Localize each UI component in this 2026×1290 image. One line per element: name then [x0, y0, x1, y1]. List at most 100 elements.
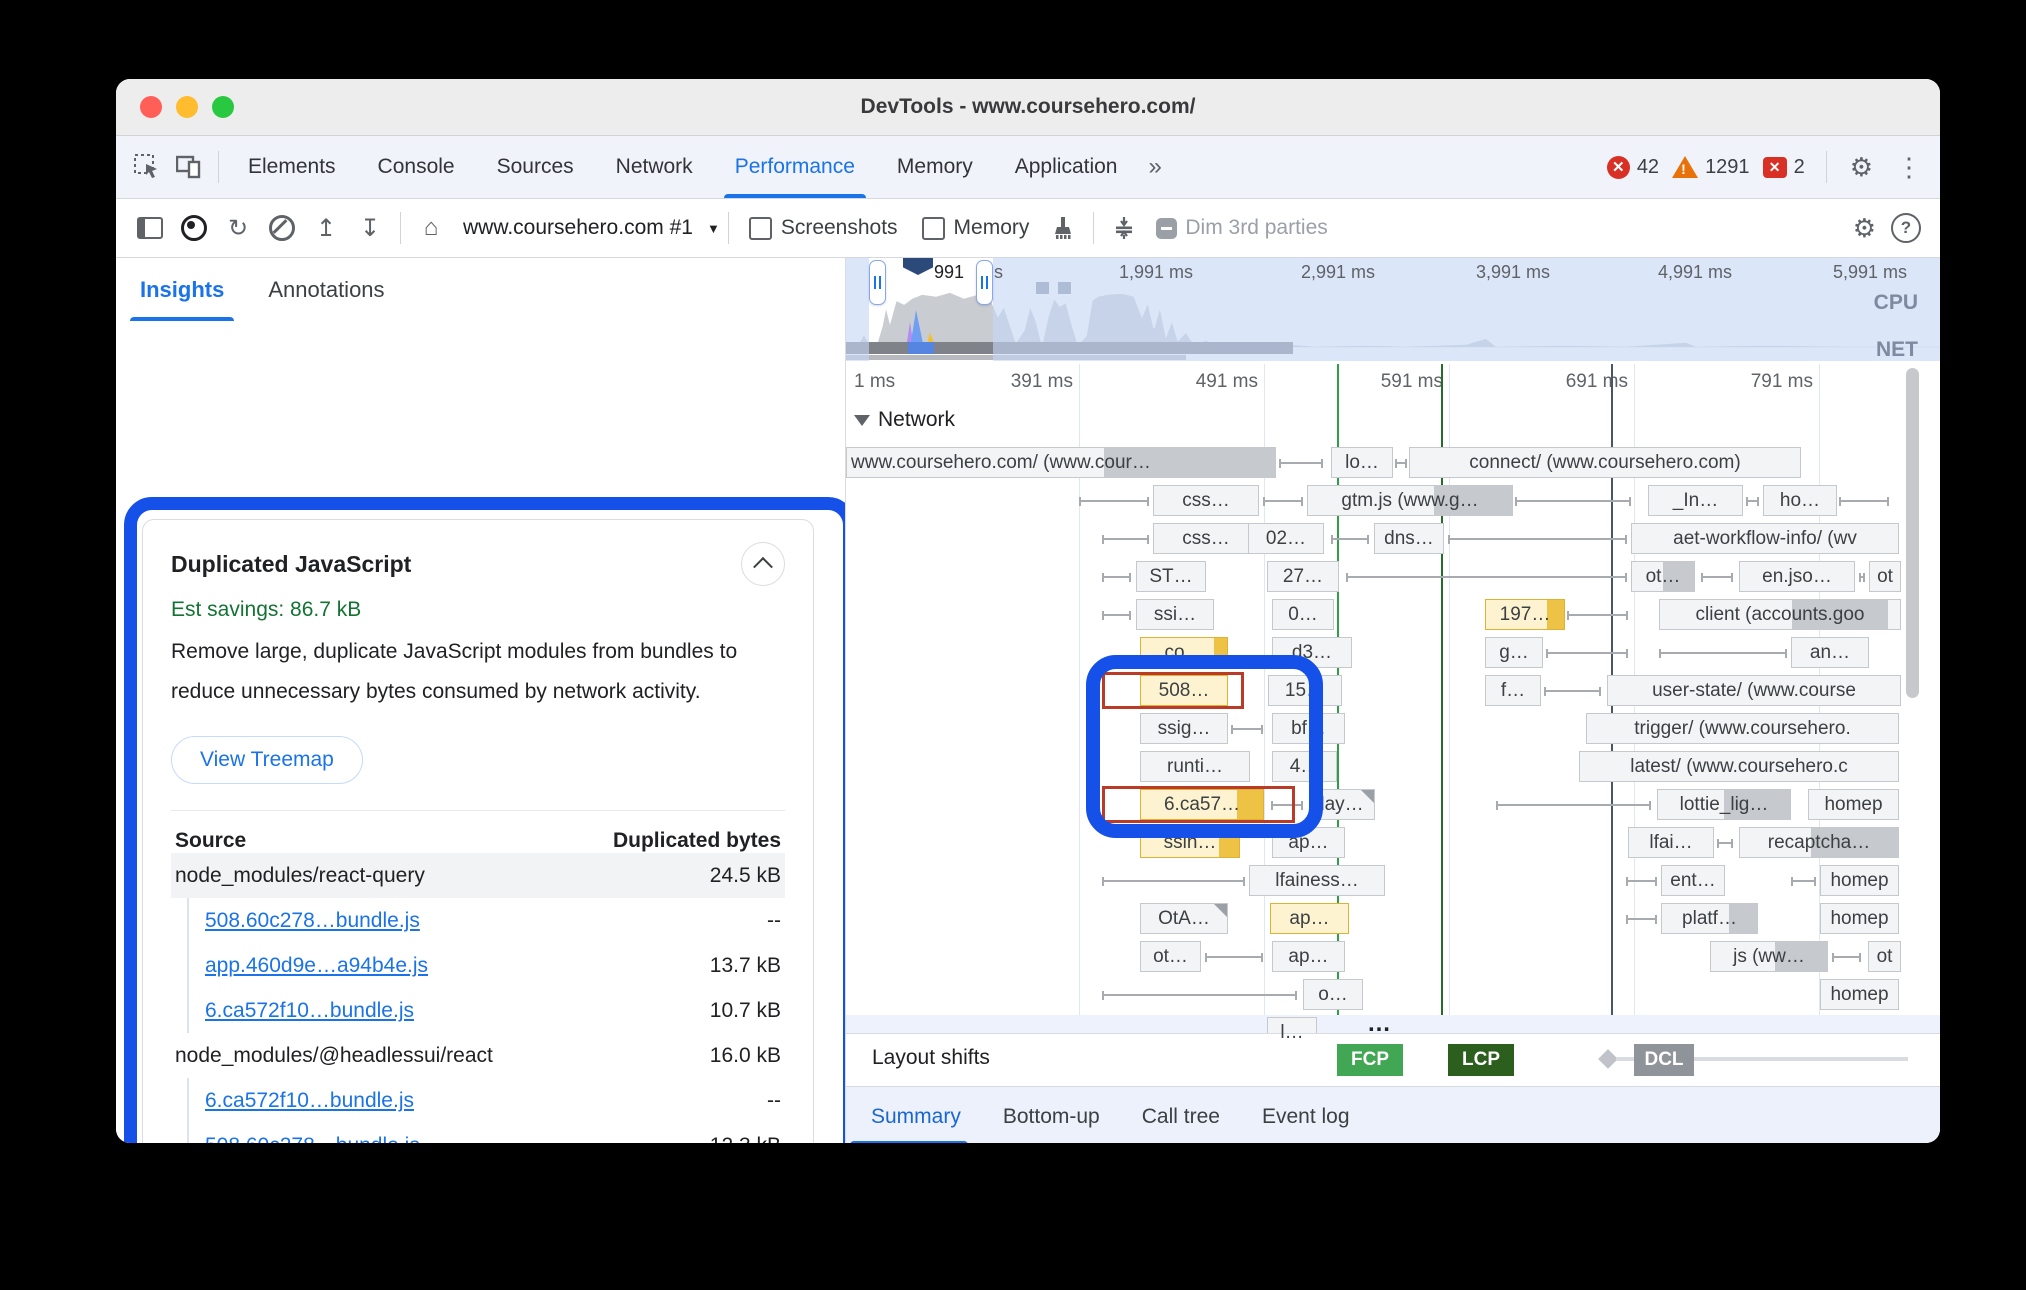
script-link[interactable]: app.460d9e…a94b4e.js: [205, 954, 428, 978]
network-request-box[interactable]: an…: [1791, 637, 1869, 668]
network-request-box[interactable]: latest/ (www.coursehero.c: [1579, 751, 1899, 782]
warning-icon[interactable]: [1672, 156, 1698, 178]
tab-call-tree[interactable]: Call tree: [1121, 1087, 1241, 1143]
network-request-box[interactable]: platf…: [1661, 903, 1758, 934]
network-request-box[interactable]: homep: [1820, 865, 1899, 896]
network-request-box[interactable]: css…: [1153, 523, 1259, 554]
settings-gear-icon[interactable]: ⚙: [1842, 152, 1881, 183]
network-request-box[interactable]: o…: [1303, 979, 1363, 1010]
upload-profile-icon[interactable]: ↥: [309, 211, 343, 245]
network-request-box[interactable]: homep: [1808, 789, 1899, 820]
network-request-box[interactable]: 197…: [1485, 599, 1565, 630]
overflow-ellipsis[interactable]: …: [1367, 1010, 1391, 1038]
view-treemap-button[interactable]: View Treemap: [171, 736, 363, 784]
help-icon[interactable]: ?: [1889, 211, 1923, 245]
error-count[interactable]: 42: [1637, 156, 1659, 179]
issues-count[interactable]: 2: [1794, 156, 1805, 179]
network-request-box[interactable]: OtA…: [1140, 903, 1228, 934]
network-request-box[interactable]: ot: [1869, 561, 1901, 592]
network-request-box[interactable]: js (ww…: [1710, 941, 1828, 972]
collapse-button[interactable]: [741, 542, 785, 586]
network-request-box[interactable]: css…: [1153, 485, 1259, 516]
inspect-icon[interactable]: [130, 150, 164, 184]
fcp-badge[interactable]: FCP: [1337, 1044, 1403, 1076]
network-request-box[interactable]: dns…: [1374, 523, 1444, 554]
network-request-box[interactable]: aet-workflow-info/ (wv: [1631, 523, 1899, 554]
network-request-box[interactable]: recaptcha…: [1739, 827, 1899, 858]
download-profile-icon[interactable]: ↧: [353, 211, 387, 245]
network-request-box[interactable]: client (accounts.goo: [1659, 599, 1901, 630]
network-request-box[interactable]: lfai…: [1628, 827, 1714, 858]
network-conditions-icon[interactable]: [1107, 211, 1141, 245]
network-request-box[interactable]: user-state/ (www.course: [1607, 675, 1901, 706]
network-request-box[interactable]: lfainess…: [1249, 865, 1385, 896]
device-toolbar-icon[interactable]: [172, 150, 206, 184]
network-track-header[interactable]: Network: [854, 408, 955, 432]
network-request-box[interactable]: connect/ (www.coursehero.com): [1409, 447, 1801, 478]
network-request-box[interactable]: ap…: [1270, 903, 1349, 934]
network-request-box[interactable]: www.coursehero.com/ (www.cour…: [846, 447, 1276, 478]
lcp-badge[interactable]: LCP: [1448, 1044, 1514, 1076]
tab-sources[interactable]: Sources: [476, 136, 595, 198]
home-icon[interactable]: ⌂: [414, 211, 448, 245]
history-select[interactable]: www.coursehero.com #1: [463, 216, 693, 240]
network-request-box[interactable]: gtm.js (www.g…: [1307, 485, 1513, 516]
tab-summary[interactable]: Summary: [850, 1087, 982, 1143]
tab-annotations[interactable]: Annotations: [268, 258, 384, 321]
script-link[interactable]: 6.ca572f10…bundle.js: [205, 999, 414, 1023]
network-request-box[interactable]: ST…: [1136, 561, 1206, 592]
capture-settings-gear-icon[interactable]: ⚙: [1845, 213, 1884, 244]
tab-console[interactable]: Console: [357, 136, 476, 198]
network-request-box[interactable]: en.jso…: [1739, 561, 1855, 592]
timeline-overview[interactable]: 1,991 ms2,991 ms3,991 ms4,991 ms5,991 ms…: [846, 258, 1940, 361]
tab-bottom-up[interactable]: Bottom-up: [982, 1087, 1121, 1143]
network-request-box[interactable]: 02…: [1248, 523, 1324, 554]
network-request-box[interactable]: lo…: [1331, 447, 1393, 478]
duplicate-script-link-row[interactable]: 508.60c278…bundle.js--: [187, 898, 785, 943]
script-link[interactable]: 508.60c278…bundle.js: [205, 1134, 420, 1144]
duplicate-script-link-row[interactable]: 508.60c278…bundle.js12.3 kB: [187, 1123, 785, 1143]
memory-checkbox[interactable]: Memory: [922, 216, 1030, 240]
screenshots-checkbox[interactable]: Screenshots: [749, 216, 898, 240]
reload-record-icon[interactable]: ↻: [221, 211, 255, 245]
network-request-box[interactable]: ssi…: [1136, 599, 1214, 630]
network-request-box[interactable]: 27…: [1267, 561, 1339, 592]
network-request-box[interactable]: ap…: [1272, 941, 1345, 972]
overview-right-handle[interactable]: [976, 260, 993, 305]
tab-elements[interactable]: Elements: [227, 136, 357, 198]
tab-insights[interactable]: Insights: [140, 258, 224, 321]
network-request-box[interactable]: lottie_lig…: [1657, 789, 1791, 820]
network-request-box[interactable]: homep: [1820, 903, 1899, 934]
tab-network[interactable]: Network: [595, 136, 714, 198]
overview-left-handle[interactable]: [869, 260, 886, 305]
gc-broom-icon[interactable]: [1046, 211, 1080, 245]
error-icon[interactable]: ✕: [1607, 156, 1630, 179]
network-request-box[interactable]: trigger/ (www.coursehero.: [1586, 713, 1899, 744]
network-request-box[interactable]: ent…: [1661, 865, 1725, 896]
tab-performance[interactable]: Performance: [714, 136, 876, 198]
tab-memory[interactable]: Memory: [876, 136, 994, 198]
network-request-box[interactable]: 0…: [1272, 599, 1334, 630]
toggle-sidebar-icon[interactable]: [133, 211, 167, 245]
dcl-badge[interactable]: DCL: [1634, 1044, 1694, 1076]
vertical-scrollbar[interactable]: [1906, 368, 1919, 698]
clear-icon[interactable]: [265, 211, 299, 245]
network-request-box[interactable]: ot: [1868, 941, 1901, 972]
network-request-box[interactable]: g…: [1485, 637, 1543, 668]
issues-icon[interactable]: ✕: [1763, 157, 1787, 178]
duplicate-script-link-row[interactable]: 6.ca572f10…bundle.js10.7 kB: [187, 988, 785, 1033]
duplicate-script-link-row[interactable]: 6.ca572f10…bundle.js--: [187, 1078, 785, 1123]
duplicate-script-link-row[interactable]: app.460d9e…a94b4e.js13.7 kB: [187, 943, 785, 988]
network-request-box[interactable]: homep: [1820, 979, 1899, 1010]
more-tabs-icon[interactable]: »: [1138, 153, 1169, 181]
tab-event-log[interactable]: Event log: [1241, 1087, 1371, 1143]
warning-count[interactable]: 1291: [1705, 156, 1750, 179]
tab-application[interactable]: Application: [994, 136, 1139, 198]
script-link[interactable]: 508.60c278…bundle.js: [205, 909, 420, 933]
network-request-box[interactable]: ot…: [1631, 561, 1695, 592]
network-request-box[interactable]: _In…: [1648, 485, 1743, 516]
network-request-box[interactable]: ot…: [1140, 941, 1201, 972]
network-request-box[interactable]: ho…: [1763, 485, 1837, 516]
record-icon[interactable]: [177, 211, 211, 245]
dim-3rd-parties-toggle[interactable]: Dim 3rd parties: [1156, 216, 1327, 240]
